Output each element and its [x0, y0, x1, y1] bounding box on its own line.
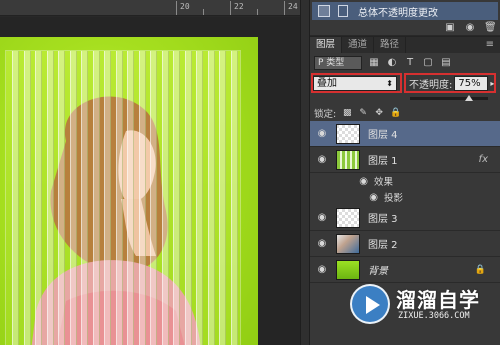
- layer-name[interactable]: 图层 1: [368, 152, 398, 167]
- layer-row[interactable]: ◉ 图层 3: [310, 205, 500, 231]
- photoshop-window: 20 22 24 总体不透明度更改 ▣ ◉ 🗑 图层 通道 路径 ≡ P 类型 …: [0, 0, 500, 345]
- tab-channels[interactable]: 通道: [342, 37, 375, 53]
- blend-highlight-box: [311, 73, 402, 93]
- watermark-title: 溜溜自学: [396, 288, 480, 312]
- snapshot-icon: [318, 5, 330, 17]
- camera-icon[interactable]: ◉: [464, 22, 476, 33]
- history-item-label: 总体不透明度更改: [358, 7, 438, 19]
- tab-layers[interactable]: 图层: [310, 37, 343, 53]
- layer-thumbnail[interactable]: [336, 149, 360, 170]
- history-toolbar: ▣ ◉ 🗑: [444, 22, 496, 33]
- play-logo-icon: [350, 284, 390, 324]
- blend-row: 叠加 ⬍ 不透明度: 75% ▸: [310, 73, 500, 93]
- layer-filter-row: P 类型 ▦ ◐ T ▢ ▤: [310, 53, 500, 73]
- opacity-highlight-box: [404, 73, 496, 93]
- stripe-bar: [219, 51, 226, 345]
- layer-name[interactable]: 图层 4: [368, 126, 398, 141]
- visibility-eye-icon[interactable]: ◉: [310, 238, 334, 249]
- layer-thumbnail[interactable]: [336, 207, 360, 228]
- move-icon[interactable]: ✥: [374, 108, 384, 118]
- visibility-eye-icon[interactable]: ◉: [310, 192, 384, 203]
- lock-transparent-icon[interactable]: ▩: [342, 108, 352, 118]
- tab-paths[interactable]: 路径: [374, 37, 407, 53]
- layer-effect-item[interactable]: ◉ 投影: [310, 189, 500, 205]
- visibility-eye-icon[interactable]: ◉: [310, 176, 374, 187]
- layer-thumbnail[interactable]: [336, 259, 360, 280]
- visibility-eye-icon[interactable]: ◉: [310, 264, 334, 275]
- panel-splitter[interactable]: [300, 0, 310, 345]
- document-icon: [338, 5, 348, 17]
- opacity-slider-row: [310, 93, 500, 105]
- portrait-image: [31, 96, 201, 345]
- document-canvas[interactable]: [0, 17, 308, 345]
- layer-name[interactable]: 背景: [368, 262, 388, 277]
- lock-label: 锁定:: [314, 109, 337, 120]
- trash-icon[interactable]: 🗑: [484, 22, 497, 33]
- ruler-tick: [230, 1, 231, 15]
- visibility-eye-icon[interactable]: ◉: [310, 154, 334, 165]
- stripe-bar: [207, 51, 215, 345]
- layer-row[interactable]: ◉ 图层 2: [310, 231, 500, 257]
- layers-list: ◉ 图层 4 ◉ 图层 1 fx ◉ 效果 ◉ 投影 ◉ 图层 3 ◉ 图层 2 ◉ 背景 🔒: [310, 121, 500, 283]
- ruler-label: 20: [180, 2, 190, 11]
- history-panel: 总体不透明度更改 ▣ ◉ 🗑: [310, 0, 500, 35]
- ruler-label: 22: [234, 2, 244, 11]
- smart-object-icon[interactable]: ▤: [440, 57, 452, 69]
- new-snapshot-icon[interactable]: ▣: [444, 22, 456, 33]
- image-background: [0, 37, 258, 345]
- slider-thumb[interactable]: [464, 95, 473, 101]
- stripe-bar: [12, 51, 19, 345]
- layer-name[interactable]: 图层 2: [368, 236, 398, 251]
- layer-thumbnail[interactable]: [336, 123, 360, 144]
- stripe-bar: [230, 51, 238, 345]
- horizontal-ruler: 20 22 24: [0, 0, 308, 16]
- ruler-label: 24: [288, 2, 298, 11]
- watermark-subtitle: ZIXUE.3066.COM: [398, 311, 470, 321]
- image-icon[interactable]: ▦: [368, 57, 380, 69]
- adjust-icon[interactable]: ◐: [386, 57, 398, 69]
- fx-icon[interactable]: fx: [479, 154, 488, 165]
- opacity-slider[interactable]: [410, 95, 488, 101]
- layer-row[interactable]: ◉ 图层 1 fx: [310, 147, 500, 173]
- ruler-tick: [176, 1, 177, 15]
- watermark: 溜溜自学 ZIXUE.3066.COM: [350, 280, 492, 335]
- history-item[interactable]: 总体不透明度更改: [312, 2, 498, 20]
- lock-icon[interactable]: 🔒: [390, 108, 401, 118]
- visibility-eye-icon[interactable]: ◉: [310, 212, 334, 223]
- brush-icon[interactable]: ✎: [358, 108, 368, 118]
- text-icon[interactable]: T: [404, 57, 416, 69]
- layer-effects-row[interactable]: ◉ 效果: [310, 173, 500, 189]
- effect-label: 投影: [384, 193, 404, 204]
- image-content: [6, 51, 240, 345]
- ruler-tick: [284, 1, 285, 15]
- ruler-tick: [203, 9, 204, 15]
- layer-thumbnail[interactable]: [336, 233, 360, 254]
- layer-name[interactable]: 图层 3: [368, 210, 398, 225]
- layer-row[interactable]: ◉ 图层 4: [310, 121, 500, 147]
- panel-tabs: 图层 通道 路径 ≡: [310, 37, 500, 53]
- visibility-eye-icon[interactable]: ◉: [310, 128, 334, 139]
- shape-icon[interactable]: ▢: [422, 57, 434, 69]
- panel-menu-icon[interactable]: ≡: [486, 37, 500, 53]
- lock-icon: 🔒: [474, 264, 486, 275]
- ruler-tick: [257, 9, 258, 15]
- lock-row: 锁定: ▩ ✎ ✥ 🔒: [310, 105, 500, 121]
- filter-type-select[interactable]: P 类型: [314, 56, 362, 70]
- effect-label: 效果: [374, 177, 394, 188]
